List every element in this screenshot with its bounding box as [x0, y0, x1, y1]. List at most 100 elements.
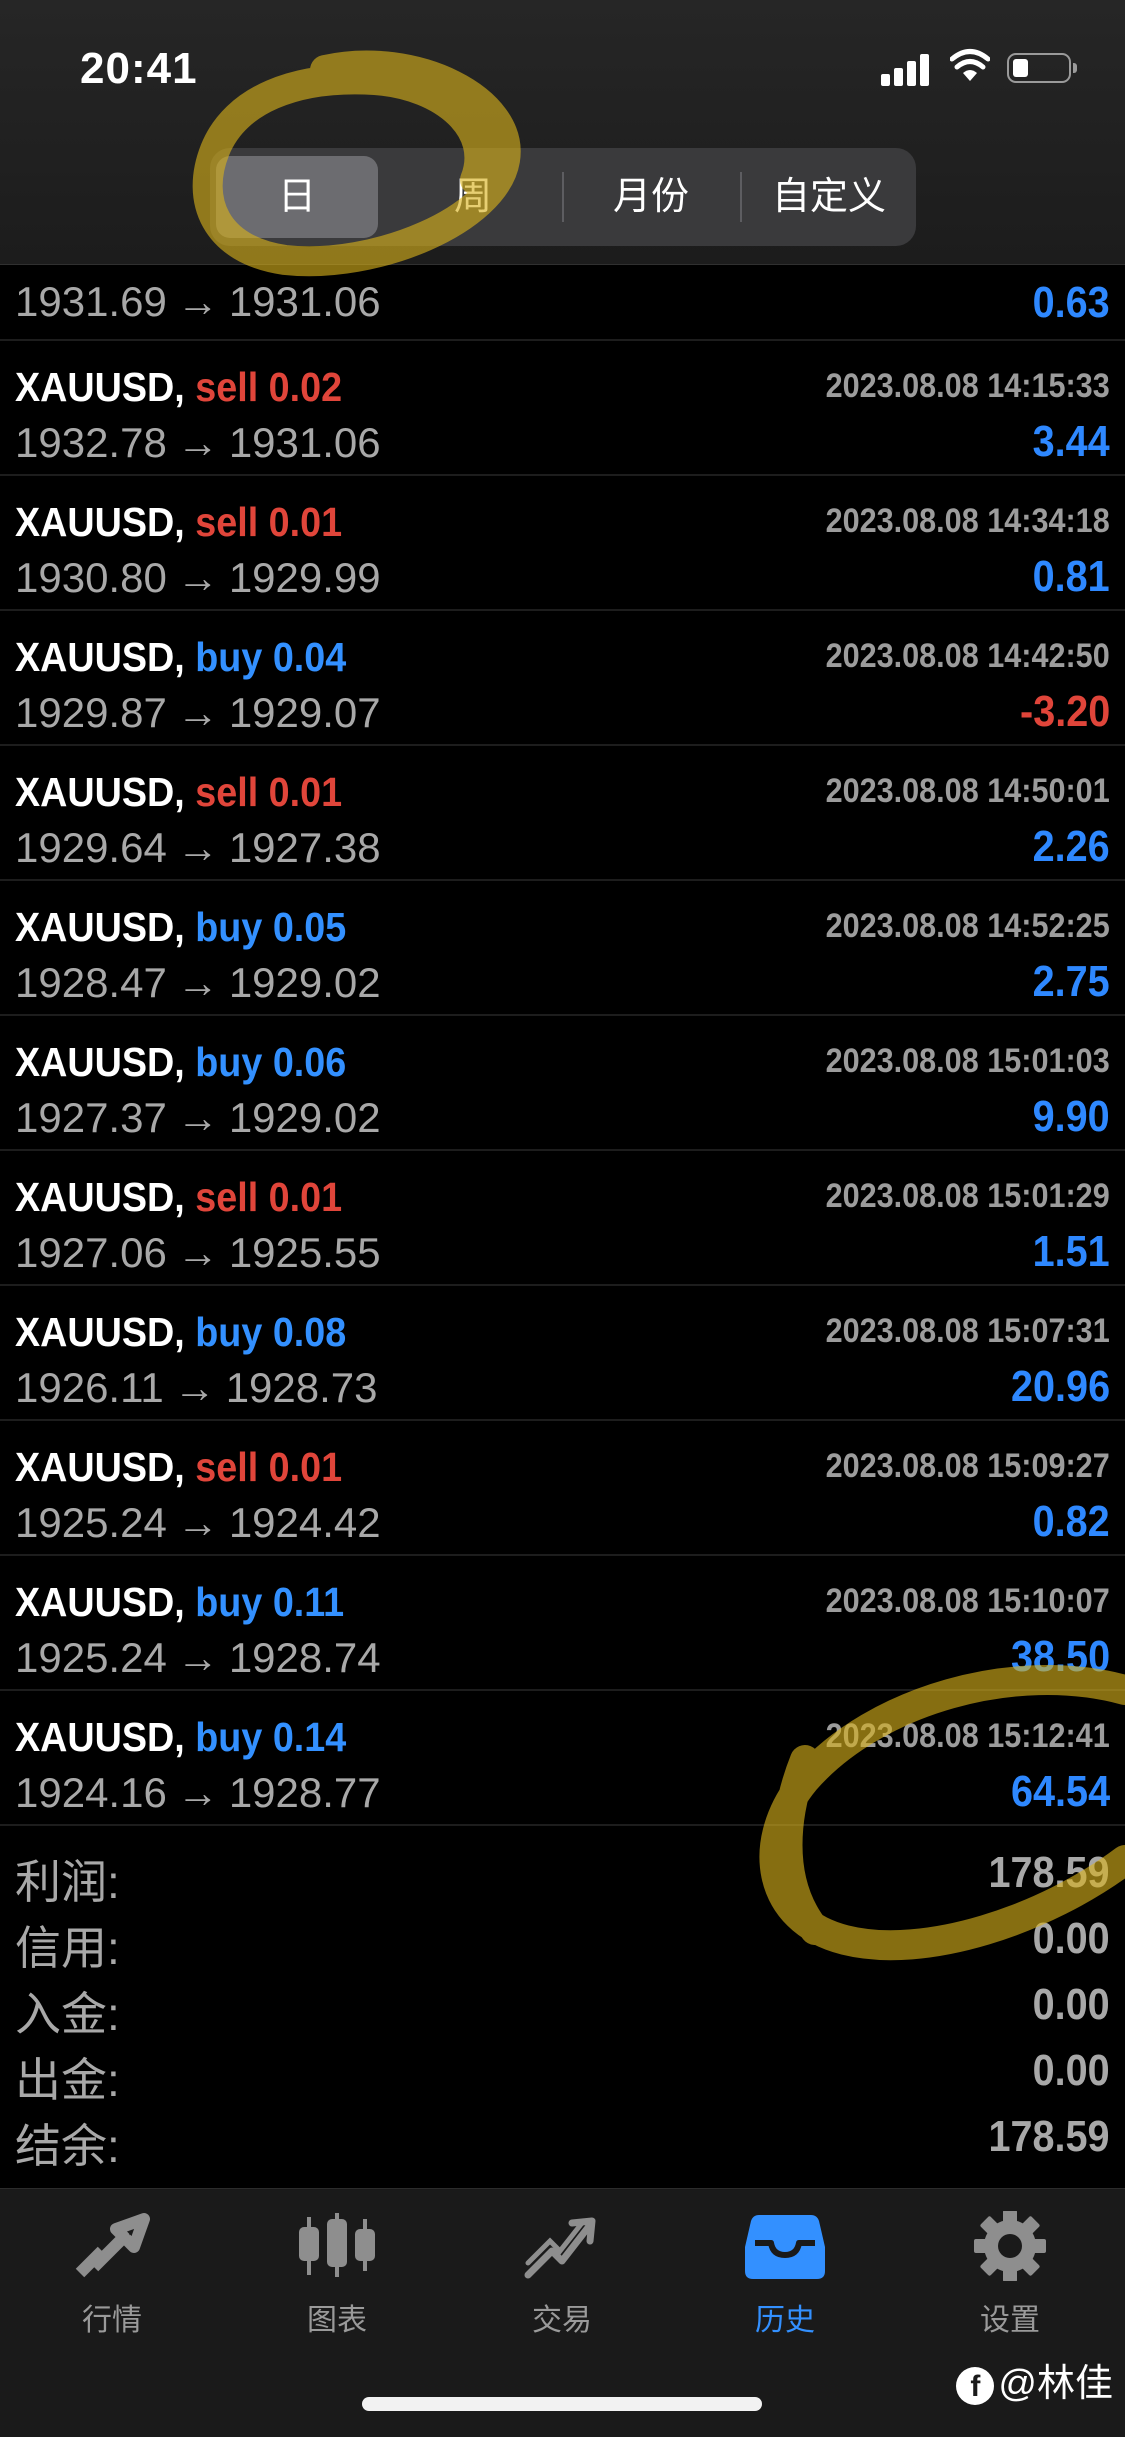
watermark: f @林佳 — [956, 2352, 1113, 2407]
close-price: 1929.02 — [228, 1094, 381, 1141]
deal-prices: 1932.78 → 1931.06 — [15, 419, 381, 467]
tab-chart[interactable]: 图表 — [257, 2211, 417, 2339]
deal-symbol-line: XAUUSD, buy 0.08 — [15, 1309, 346, 1356]
deal-side: sell — [195, 364, 259, 410]
deal-row[interactable]: XAUUSD, sell 0.01 2023.08.08 14:50:01 1929… — [0, 746, 1125, 881]
deal-datetime: 2023.08.08 14:50:01 — [825, 772, 1110, 810]
open-price: 1927.06 — [15, 1229, 167, 1276]
history-icon — [745, 2215, 825, 2279]
deal-profit: 0.82 — [1032, 1497, 1110, 1546]
tab-trade[interactable]: 交易 — [482, 2211, 642, 2339]
deal-symbol: XAUUSD, — [15, 1174, 185, 1220]
arrow-right-icon: → — [176, 419, 219, 466]
close-price: 1929.07 — [228, 689, 381, 736]
summary-value: 0.00 — [1032, 1980, 1110, 2029]
deal-profit: 38.50 — [1010, 1632, 1110, 1681]
arrow-right-icon: → — [176, 1769, 219, 1816]
deal-history-list[interactable]: 1931.69 → 1931.06 0.63 XAUUSD, sell 0.02 20… — [0, 264, 1125, 1828]
period-tab-day[interactable]: 日 — [216, 156, 378, 238]
tab-settings[interactable]: 设置 — [930, 2211, 1090, 2339]
deal-prices: 1929.87 → 1929.07 — [15, 689, 381, 737]
deal-volume: 0.01 — [268, 769, 343, 815]
deal-prices: 1931.69 → 1931.06 — [15, 278, 381, 325]
trade-icon — [524, 2217, 596, 2279]
deal-side: buy — [195, 1309, 263, 1355]
summary-value: 178.59 — [988, 1848, 1110, 1897]
tab-history[interactable]: 历史 — [705, 2211, 865, 2339]
tab-quotes[interactable]: 行情 — [32, 2211, 192, 2339]
deal-symbol: XAUUSD, — [15, 904, 185, 950]
deal-row[interactable]: XAUUSD, sell 0.02 2023.08.08 14:15:33 1932… — [0, 341, 1125, 476]
deal-profit: 64.54 — [1010, 1767, 1110, 1816]
summary-row-deposit: 入金: 0.00 — [0, 1972, 1125, 2040]
deal-profit: 1.51 — [1032, 1227, 1110, 1276]
summary-value: 178.59 — [988, 2112, 1110, 2161]
open-price: 1929.64 — [15, 824, 167, 871]
deal-row[interactable]: XAUUSD, sell 0.01 2023.08.08 15:09:27 1925… — [0, 1421, 1125, 1556]
deal-volume: 0.01 — [268, 499, 343, 545]
deal-row-partial[interactable]: 1931.69 → 1931.06 0.63 — [0, 264, 1125, 341]
deal-datetime: 2023.08.08 14:52:25 — [825, 907, 1110, 945]
period-tab-week[interactable]: 周 — [392, 156, 554, 238]
arrow-right-icon: → — [176, 959, 219, 1006]
summary-label: 结余: — [15, 2120, 120, 2172]
deal-symbol-line: XAUUSD, sell 0.01 — [15, 769, 342, 816]
deal-symbol: XAUUSD, — [15, 634, 185, 680]
close-price: 1928.74 — [228, 1634, 381, 1681]
facebook-icon: f — [956, 2366, 995, 2405]
deal-symbol: XAUUSD, — [15, 1714, 185, 1760]
summary-label: 出金: — [15, 2054, 120, 2106]
segment-divider — [740, 172, 742, 222]
deal-row[interactable]: XAUUSD, buy 0.11 2023.08.08 15:10:07 1925.… — [0, 1556, 1125, 1691]
close-price: 1925.55 — [228, 1229, 381, 1276]
deal-prices: 1927.37 → 1929.02 — [15, 1094, 381, 1142]
deal-datetime: 2023.08.08 15:12:41 — [825, 1717, 1110, 1755]
summary-row-withdrawal: 出金: 0.00 — [0, 2038, 1125, 2106]
home-indicator[interactable] — [362, 2397, 762, 2411]
deal-row[interactable]: XAUUSD, buy 0.14 2023.08.08 15:12:41 1924.… — [0, 1691, 1125, 1826]
summary-label: 入金: — [15, 1988, 120, 2040]
summary-label: 利润: — [15, 1856, 120, 1908]
deal-side: sell — [195, 499, 259, 545]
deal-profit: 2.75 — [1032, 957, 1110, 1006]
watermark-text: @林佳 — [998, 2363, 1113, 2405]
cellular-signal-icon — [881, 52, 933, 86]
deal-row[interactable]: XAUUSD, buy 0.05 2023.08.08 14:52:25 1928.… — [0, 881, 1125, 1016]
deal-prices: 1927.06 → 1925.55 — [15, 1229, 381, 1277]
quotes-icon — [75, 2213, 150, 2278]
summary-row-profit: 利润: 178.59 — [0, 1840, 1125, 1908]
summary-value: 0.00 — [1032, 2046, 1110, 2095]
deal-volume: 0.01 — [268, 1174, 343, 1220]
deal-side: sell — [195, 769, 259, 815]
deal-profit: 2.26 — [1032, 822, 1110, 871]
close-price: 1928.77 — [228, 1769, 381, 1816]
deal-volume: 0.01 — [268, 1444, 343, 1490]
open-price: 1927.37 — [15, 1094, 167, 1141]
period-tab-custom[interactable]: 自定义 — [748, 156, 910, 238]
arrow-right-icon: → — [176, 1499, 219, 1546]
deal-side: buy — [195, 634, 263, 680]
segment-divider — [562, 172, 564, 222]
deal-prices: 1926.11 → 1928.73 — [15, 1364, 378, 1412]
deal-profit: 20.96 — [1010, 1362, 1110, 1411]
deal-row[interactable]: XAUUSD, sell 0.01 2023.08.08 15:01:29 1927… — [0, 1151, 1125, 1286]
summary-label: 信用: — [15, 1922, 120, 1974]
top-bar: 20:41 日 周 月份 自定义 — [0, 0, 1125, 265]
deal-row[interactable]: XAUUSD, buy 0.04 2023.08.08 14:42:50 1929.… — [0, 611, 1125, 746]
deal-symbol-line: XAUUSD, buy 0.05 — [15, 904, 346, 951]
open-price: 1925.24 — [15, 1499, 167, 1546]
deal-row[interactable]: XAUUSD, sell 0.01 2023.08.08 14:34:18 1930… — [0, 476, 1125, 611]
deal-row[interactable]: XAUUSD, buy 0.06 2023.08.08 15:01:03 1927.… — [0, 1016, 1125, 1151]
open-price: 1925.24 — [15, 1634, 167, 1681]
deal-prices: 1928.47 → 1929.02 — [15, 959, 381, 1007]
account-summary: 利润: 178.59 信用: 0.00 入金: 0.00 出金: 0.00 结余: 178… — [0, 1840, 1125, 2172]
battery-icon — [1007, 53, 1077, 83]
open-price: 1926.11 — [15, 1364, 164, 1411]
deal-datetime: 2023.08.08 15:01:03 — [825, 1042, 1110, 1080]
deal-symbol-line: XAUUSD, buy 0.11 — [15, 1579, 344, 1626]
deal-volume: 0.02 — [268, 364, 343, 410]
deal-symbol-line: XAUUSD, buy 0.04 — [15, 634, 346, 681]
deal-side: sell — [195, 1174, 259, 1220]
period-tab-month[interactable]: 月份 — [570, 156, 732, 238]
deal-row[interactable]: XAUUSD, buy 0.08 2023.08.08 15:07:31 1926.… — [0, 1286, 1125, 1421]
